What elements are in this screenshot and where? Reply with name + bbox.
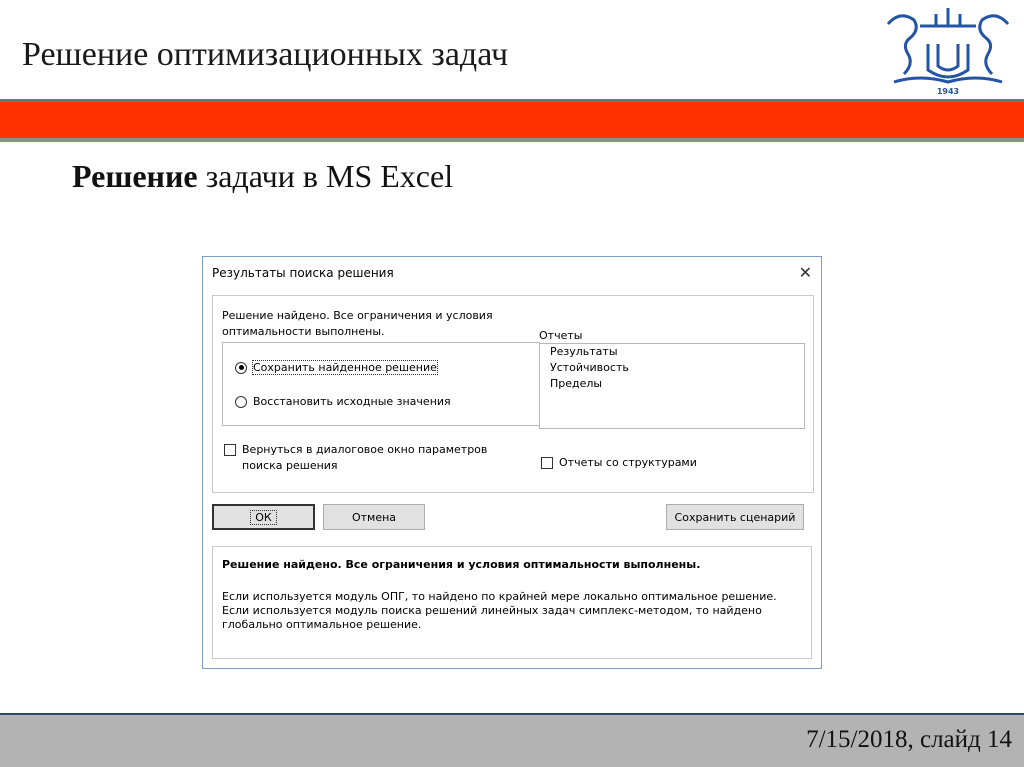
ok-button-label: ОК	[250, 509, 277, 525]
solution-message: Решение найдено. Все ограничения и услов…	[222, 308, 493, 340]
result-description: Если используется модуль ОПГ, то найдено…	[222, 590, 777, 631]
return-label-line2: поиска решения	[242, 459, 338, 472]
solver-results-dialog: Результаты поиска решения ✕ Решение найд…	[202, 256, 822, 669]
save-scenario-button[interactable]: Сохранить сценарий	[666, 504, 804, 530]
checkbox-icon	[224, 444, 236, 456]
ok-button[interactable]: ОК	[212, 504, 315, 530]
report-item-limits[interactable]: Пределы	[540, 376, 804, 392]
footer-bar: 7/15/2018, слайд 14	[0, 715, 1024, 767]
report-item-sensitivity[interactable]: Устойчивость	[540, 360, 804, 376]
header-band-shadow	[0, 138, 1024, 142]
return-label-line1: Вернуться в диалоговое окно параметров	[242, 443, 488, 456]
subtitle-bold: Решение	[72, 158, 198, 194]
outline-reports-checkbox[interactable]: Отчеты со структурами	[541, 455, 697, 471]
slide-subtitle: Решение задачи в MS Excel	[72, 158, 453, 195]
keep-solution-radio[interactable]: Сохранить найденное решение	[235, 360, 438, 375]
close-icon[interactable]: ✕	[799, 263, 812, 282]
radio-empty-icon	[235, 395, 247, 408]
logo-year: 1943	[937, 87, 959, 96]
return-to-params-checkbox[interactable]: Вернуться в диалоговое окно параметров п…	[224, 442, 487, 474]
options-panel: Решение найдено. Все ограничения и услов…	[212, 295, 814, 493]
report-item-results[interactable]: Результаты	[540, 344, 804, 360]
dialog-title: Результаты поиска решения	[212, 266, 394, 280]
university-logo: 1943	[886, 8, 1010, 96]
subtitle-rest: задачи в MS Excel	[197, 158, 454, 194]
cancel-button[interactable]: Отмена	[323, 504, 425, 530]
keep-solution-label: Сохранить найденное решение	[252, 360, 438, 375]
radio-group: Сохранить найденное решение Восстановить…	[222, 342, 540, 426]
restore-values-label: Восстановить исходные значения	[253, 395, 451, 408]
reports-label: Отчеты	[539, 329, 583, 342]
return-to-params-label: Вернуться в диалоговое окно параметров п…	[242, 442, 487, 474]
solution-message-line1: Решение найдено. Все ограничения и услов…	[222, 309, 493, 322]
outline-reports-label: Отчеты со структурами	[559, 456, 697, 469]
checkbox-icon	[541, 457, 553, 469]
reports-list[interactable]: Результаты Устойчивость Пределы	[539, 343, 805, 429]
footer-date-slide: 7/15/2018, слайд 14	[806, 726, 1012, 753]
radio-selected-icon	[235, 361, 247, 374]
result-details-panel: Решение найдено. Все ограничения и услов…	[212, 546, 812, 659]
header-band	[0, 102, 1024, 138]
slide-title: Решение оптимизационных задач	[22, 36, 509, 73]
result-summary: Решение найдено. Все ограничения и услов…	[222, 558, 701, 571]
solution-message-line2: оптимальности выполнены.	[222, 325, 385, 338]
restore-values-radio[interactable]: Восстановить исходные значения	[235, 395, 451, 408]
